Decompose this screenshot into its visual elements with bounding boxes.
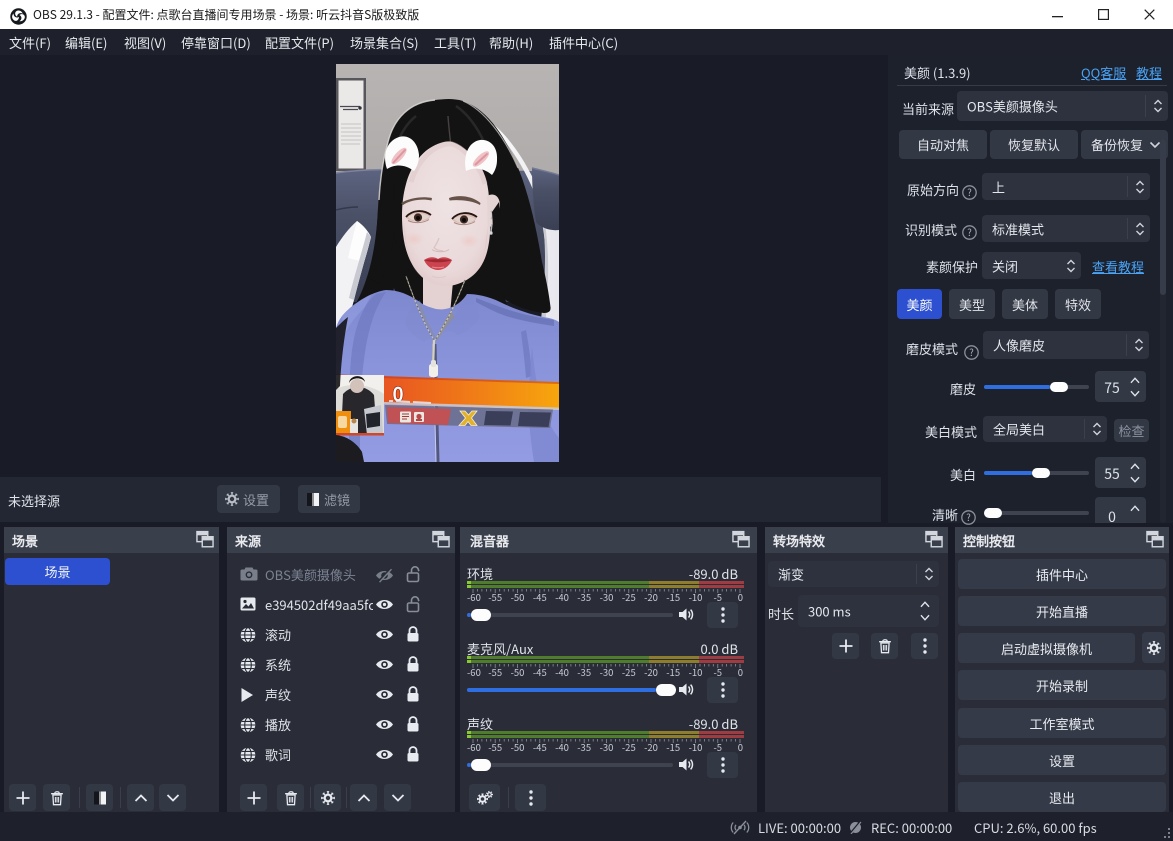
svg-text:-45: -45 (533, 740, 547, 753)
svg-text:-15: -15 (666, 740, 680, 753)
svg-text:0: 0 (738, 740, 743, 753)
svg-text:-35: -35 (577, 665, 591, 678)
svg-text:-25: -25 (622, 590, 636, 603)
svg-text:-15: -15 (666, 590, 680, 603)
svg-text:-40: -40 (555, 590, 569, 603)
svg-text:-30: -30 (600, 665, 614, 678)
svg-text:-45: -45 (533, 590, 547, 603)
svg-text:-50: -50 (511, 590, 525, 603)
svg-text:-20: -20 (644, 740, 658, 753)
svg-text:-25: -25 (622, 740, 636, 753)
svg-text:?: ? (969, 345, 974, 359)
svg-text:-60: -60 (467, 665, 481, 678)
svg-text:-40: -40 (555, 740, 569, 753)
svg-text:-55: -55 (488, 590, 502, 603)
svg-text:-45: -45 (533, 665, 547, 678)
svg-text:?: ? (967, 225, 972, 239)
svg-text:?: ? (967, 185, 972, 199)
svg-text:-20: -20 (644, 590, 658, 603)
svg-text:-30: -30 (600, 590, 614, 603)
svg-text:-15: -15 (666, 665, 680, 678)
svg-text:-40: -40 (555, 665, 569, 678)
svg-text:0: 0 (393, 380, 404, 407)
svg-text:0: 0 (738, 590, 743, 603)
svg-text:-10: -10 (689, 665, 703, 678)
svg-text:-55: -55 (488, 665, 502, 678)
svg-text:-10: -10 (689, 740, 703, 753)
svg-text:-55: -55 (488, 740, 502, 753)
svg-text:0: 0 (738, 665, 743, 678)
svg-text:-30: -30 (600, 740, 614, 753)
svg-text:-20: -20 (644, 665, 658, 678)
svg-text:-25: -25 (622, 665, 636, 678)
svg-text:?: ? (966, 510, 971, 524)
svg-text:-60: -60 (467, 740, 481, 753)
svg-text:-50: -50 (511, 740, 525, 753)
svg-text:-10: -10 (689, 590, 703, 603)
svg-text:-35: -35 (577, 740, 591, 753)
svg-text:-50: -50 (511, 665, 525, 678)
svg-text:-35: -35 (577, 590, 591, 603)
svg-text:-60: -60 (467, 590, 481, 603)
